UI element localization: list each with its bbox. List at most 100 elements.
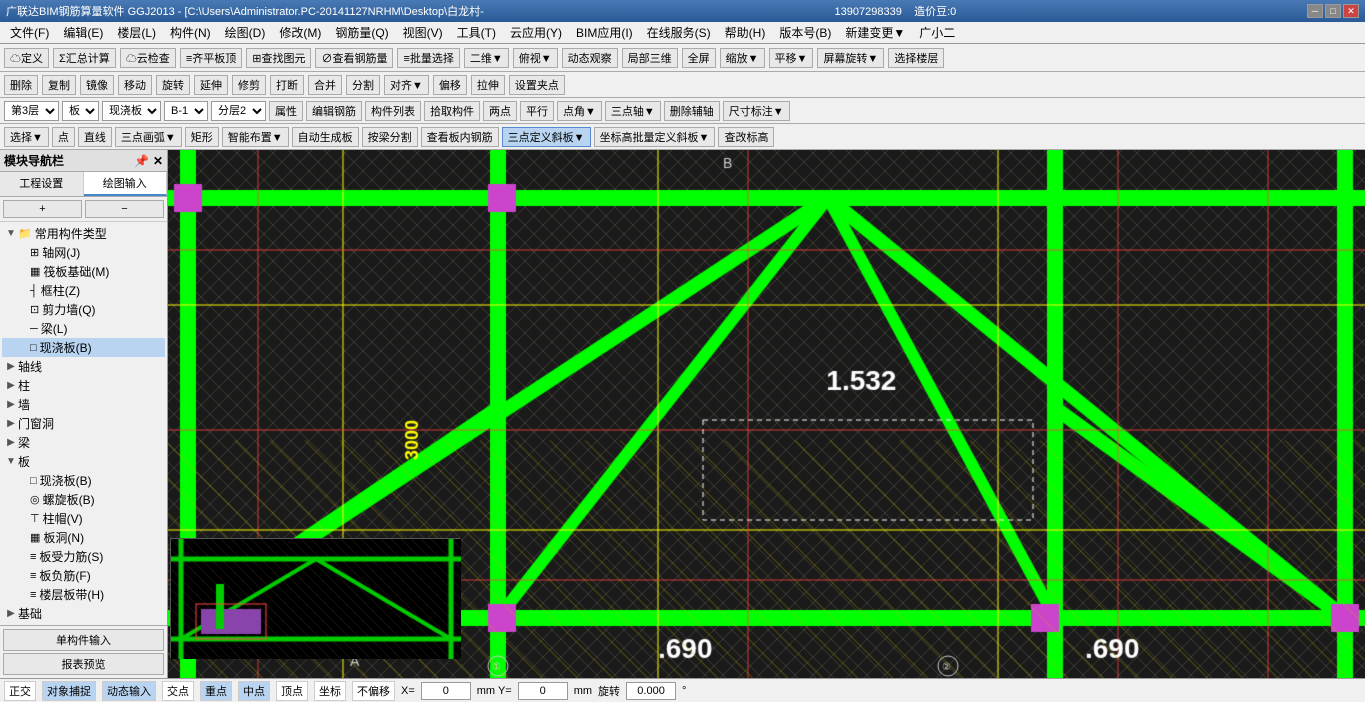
tb1-btn[interactable]: ≡齐平板顶 bbox=[180, 48, 242, 68]
tb2-btn[interactable]: 对齐▼ bbox=[384, 75, 429, 95]
tb2-btn[interactable]: 打断 bbox=[270, 75, 304, 95]
tree-node-板洞N[interactable]: ▦板洞(N) bbox=[2, 528, 165, 547]
tb4-btn[interactable]: 点 bbox=[52, 127, 75, 147]
tb1-btn[interactable]: 屏幕旋转▼ bbox=[817, 48, 884, 68]
tb2-btn[interactable]: 合并 bbox=[308, 75, 342, 95]
tb4-btn[interactable]: 查改标高 bbox=[718, 127, 774, 147]
statusbar-item-重点[interactable]: 重点 bbox=[200, 681, 232, 701]
tb2-btn[interactable]: 修剪 bbox=[232, 75, 266, 95]
tb2-btn[interactable]: 移动 bbox=[118, 75, 152, 95]
menu-item-b[interactable]: 版本号(B) bbox=[773, 22, 837, 43]
tree-node-筏板基础M[interactable]: ▦筏板基础(M) bbox=[2, 262, 165, 281]
minimize-button[interactable]: ─ bbox=[1307, 4, 1323, 18]
x-input[interactable] bbox=[421, 682, 471, 700]
tb2-btn[interactable]: 拉伸 bbox=[471, 75, 505, 95]
tb1-btn[interactable]: 全屏 bbox=[682, 48, 716, 68]
tb2-btn[interactable]: 延伸 bbox=[194, 75, 228, 95]
tree-node-板[interactable]: ▼板 bbox=[2, 452, 165, 471]
menu-item-[interactable]: 新建变更▼ bbox=[839, 22, 911, 43]
tree-node-现浇板B[interactable]: □现浇板(B) bbox=[2, 471, 165, 490]
tb4-btn[interactable]: 三点画弧▼ bbox=[115, 127, 182, 147]
tree-node-轴线[interactable]: ▶轴线 bbox=[2, 357, 165, 376]
tree-node-墙[interactable]: ▶墙 bbox=[2, 395, 165, 414]
tb4-btn[interactable]: 查看板内钢筋 bbox=[421, 127, 499, 147]
tb1-btn[interactable]: 二维▼ bbox=[464, 48, 509, 68]
statusbar-item-正交[interactable]: 正交 bbox=[4, 681, 36, 701]
menu-item-bimi[interactable]: BIM应用(I) bbox=[570, 22, 639, 43]
single-component-button[interactable]: 单构件输入 bbox=[3, 629, 164, 651]
statusbar-item-对象捕捉[interactable]: 对象捕捉 bbox=[42, 681, 96, 701]
tb3-btn[interactable]: 两点 bbox=[483, 101, 517, 121]
tree-node-框柱Z[interactable]: ┤框柱(Z) bbox=[2, 281, 165, 300]
tb4-btn[interactable]: 选择▼ bbox=[4, 127, 49, 147]
tb4-btn[interactable]: 直线 bbox=[78, 127, 112, 147]
tb3-btn[interactable]: 删除辅轴 bbox=[664, 101, 720, 121]
tb1-btn[interactable]: 俯视▼ bbox=[513, 48, 558, 68]
tb2-btn[interactable]: 镜像 bbox=[80, 75, 114, 95]
sidebar-remove-button[interactable]: − bbox=[85, 200, 164, 218]
tb1-btn[interactable]: ☁云检查 bbox=[120, 48, 176, 68]
menu-item-m[interactable]: 修改(M) bbox=[273, 22, 327, 43]
menu-item-y[interactable]: 云应用(Y) bbox=[504, 22, 568, 43]
menu-item-t[interactable]: 工具(T) bbox=[451, 22, 502, 43]
tb1-btn[interactable]: 平移▼ bbox=[769, 48, 814, 68]
menu-item-q[interactable]: 钢筋量(Q) bbox=[329, 22, 394, 43]
tb3-btn[interactable]: 三点轴▼ bbox=[605, 101, 661, 121]
menu-item-e[interactable]: 编辑(E) bbox=[57, 22, 109, 43]
tb2-btn[interactable]: 旋转 bbox=[156, 75, 190, 95]
statusbar-item-中点[interactable]: 中点 bbox=[238, 681, 270, 701]
report-preview-button[interactable]: 报表预览 bbox=[3, 653, 164, 675]
tree-node-现浇板B[interactable]: □现浇板(B) bbox=[2, 338, 165, 357]
tb1-btn[interactable]: 缩放▼ bbox=[720, 48, 765, 68]
tab-project-settings[interactable]: 工程设置 bbox=[0, 172, 84, 196]
menu-item-l[interactable]: 楼层(L) bbox=[111, 22, 162, 43]
tree-node-梁L[interactable]: ─梁(L) bbox=[2, 319, 165, 338]
tb1-btn[interactable]: 选择楼层 bbox=[888, 48, 944, 68]
menu-item-n[interactable]: 构件(N) bbox=[164, 22, 217, 43]
tb1-btn[interactable]: ∅查看钢筋量 bbox=[315, 48, 393, 68]
close-button[interactable]: ✕ bbox=[1343, 4, 1359, 18]
tree-node-轴网J[interactable]: ⊞轴网(J) bbox=[2, 243, 165, 262]
tab-drawing-input[interactable]: 绘图输入 bbox=[84, 172, 168, 196]
tb4-btn[interactable]: 坐标高批量定义斜板▼ bbox=[594, 127, 716, 147]
tb1-btn[interactable]: ☁定义 bbox=[4, 48, 49, 68]
tree-node-剪力墙Q[interactable]: ⊡剪力墙(Q) bbox=[2, 300, 165, 319]
tb1-btn[interactable]: ≡批量选择 bbox=[397, 48, 459, 68]
tree-node-柱[interactable]: ▶柱 bbox=[2, 376, 165, 395]
tb1-btn[interactable]: 局部三维 bbox=[622, 48, 678, 68]
sidebar-close-icon[interactable]: ✕ bbox=[153, 154, 163, 168]
tb3-btn[interactable]: 点角▼ bbox=[557, 101, 602, 121]
tb2-btn[interactable]: 偏移 bbox=[433, 75, 467, 95]
maximize-button[interactable]: □ bbox=[1325, 4, 1341, 18]
tree-node-常用构件类型[interactable]: ▼📁常用构件类型 bbox=[2, 224, 165, 243]
tb3-btn[interactable]: 属性 bbox=[269, 101, 303, 121]
statusbar-item-交点[interactable]: 交点 bbox=[162, 681, 194, 701]
tb3-btn[interactable]: 平行 bbox=[520, 101, 554, 121]
tb3-btn[interactable]: 拾取构件 bbox=[424, 101, 480, 121]
tree-node-楼层板带H[interactable]: ≡楼层板带(H) bbox=[2, 585, 165, 604]
tb3-btn[interactable]: 构件列表 bbox=[365, 101, 421, 121]
sidebar-pin-icon[interactable]: 📌 bbox=[134, 154, 149, 168]
rotate-input[interactable] bbox=[626, 682, 676, 700]
tb3-select-0[interactable]: 第3层 bbox=[4, 101, 59, 121]
menu-item-d[interactable]: 绘图(D) bbox=[219, 22, 272, 43]
canvas-area[interactable] bbox=[168, 150, 1365, 678]
menu-item-[interactable]: 广小二 bbox=[913, 22, 961, 43]
tb1-btn[interactable]: 动态观察 bbox=[562, 48, 618, 68]
tree-node-螺旋板B[interactable]: ◎螺旋板(B) bbox=[2, 490, 165, 509]
tree-node-柱帽V[interactable]: ⊤柱帽(V) bbox=[2, 509, 165, 528]
tb3-select-2[interactable]: 现浇板 bbox=[102, 101, 161, 121]
sidebar-add-button[interactable]: + bbox=[3, 200, 82, 218]
tree-node-门窗洞[interactable]: ▶门窗洞 bbox=[2, 414, 165, 433]
tb2-btn[interactable]: 删除 bbox=[4, 75, 38, 95]
tb3-btn[interactable]: 编辑钢筋 bbox=[306, 101, 362, 121]
menu-item-h[interactable]: 帮助(H) bbox=[719, 22, 772, 43]
tb3-select-3[interactable]: B-1 bbox=[164, 101, 208, 121]
menu-item-f[interactable]: 文件(F) bbox=[4, 22, 55, 43]
tb1-btn[interactable]: ⊞查找图元 bbox=[246, 48, 311, 68]
statusbar-item-不偏移[interactable]: 不偏移 bbox=[352, 681, 395, 701]
tree-node-板受力筋S[interactable]: ≡板受力筋(S) bbox=[2, 547, 165, 566]
tb2-btn[interactable]: 复制 bbox=[42, 75, 76, 95]
menu-item-s[interactable]: 在线服务(S) bbox=[641, 22, 717, 43]
tb3-select-4[interactable]: 分层2 bbox=[211, 101, 266, 121]
